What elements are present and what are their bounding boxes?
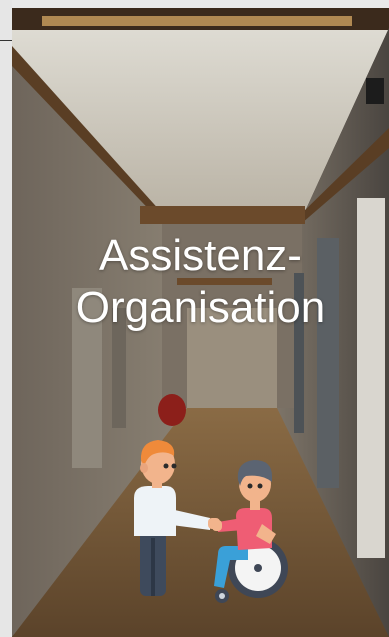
hero-title-line1: Assistenz- bbox=[99, 231, 302, 280]
hero-title-line2: Organisation bbox=[75, 283, 326, 332]
hero-title: Assistenz- Organisation bbox=[12, 230, 389, 334]
hero-banner[interactable]: Assistenz- Organisation bbox=[12, 8, 389, 637]
divider-line bbox=[0, 40, 12, 41]
assistance-handshake-wheelchair-icon bbox=[134, 440, 288, 603]
page-margin bbox=[0, 0, 12, 637]
